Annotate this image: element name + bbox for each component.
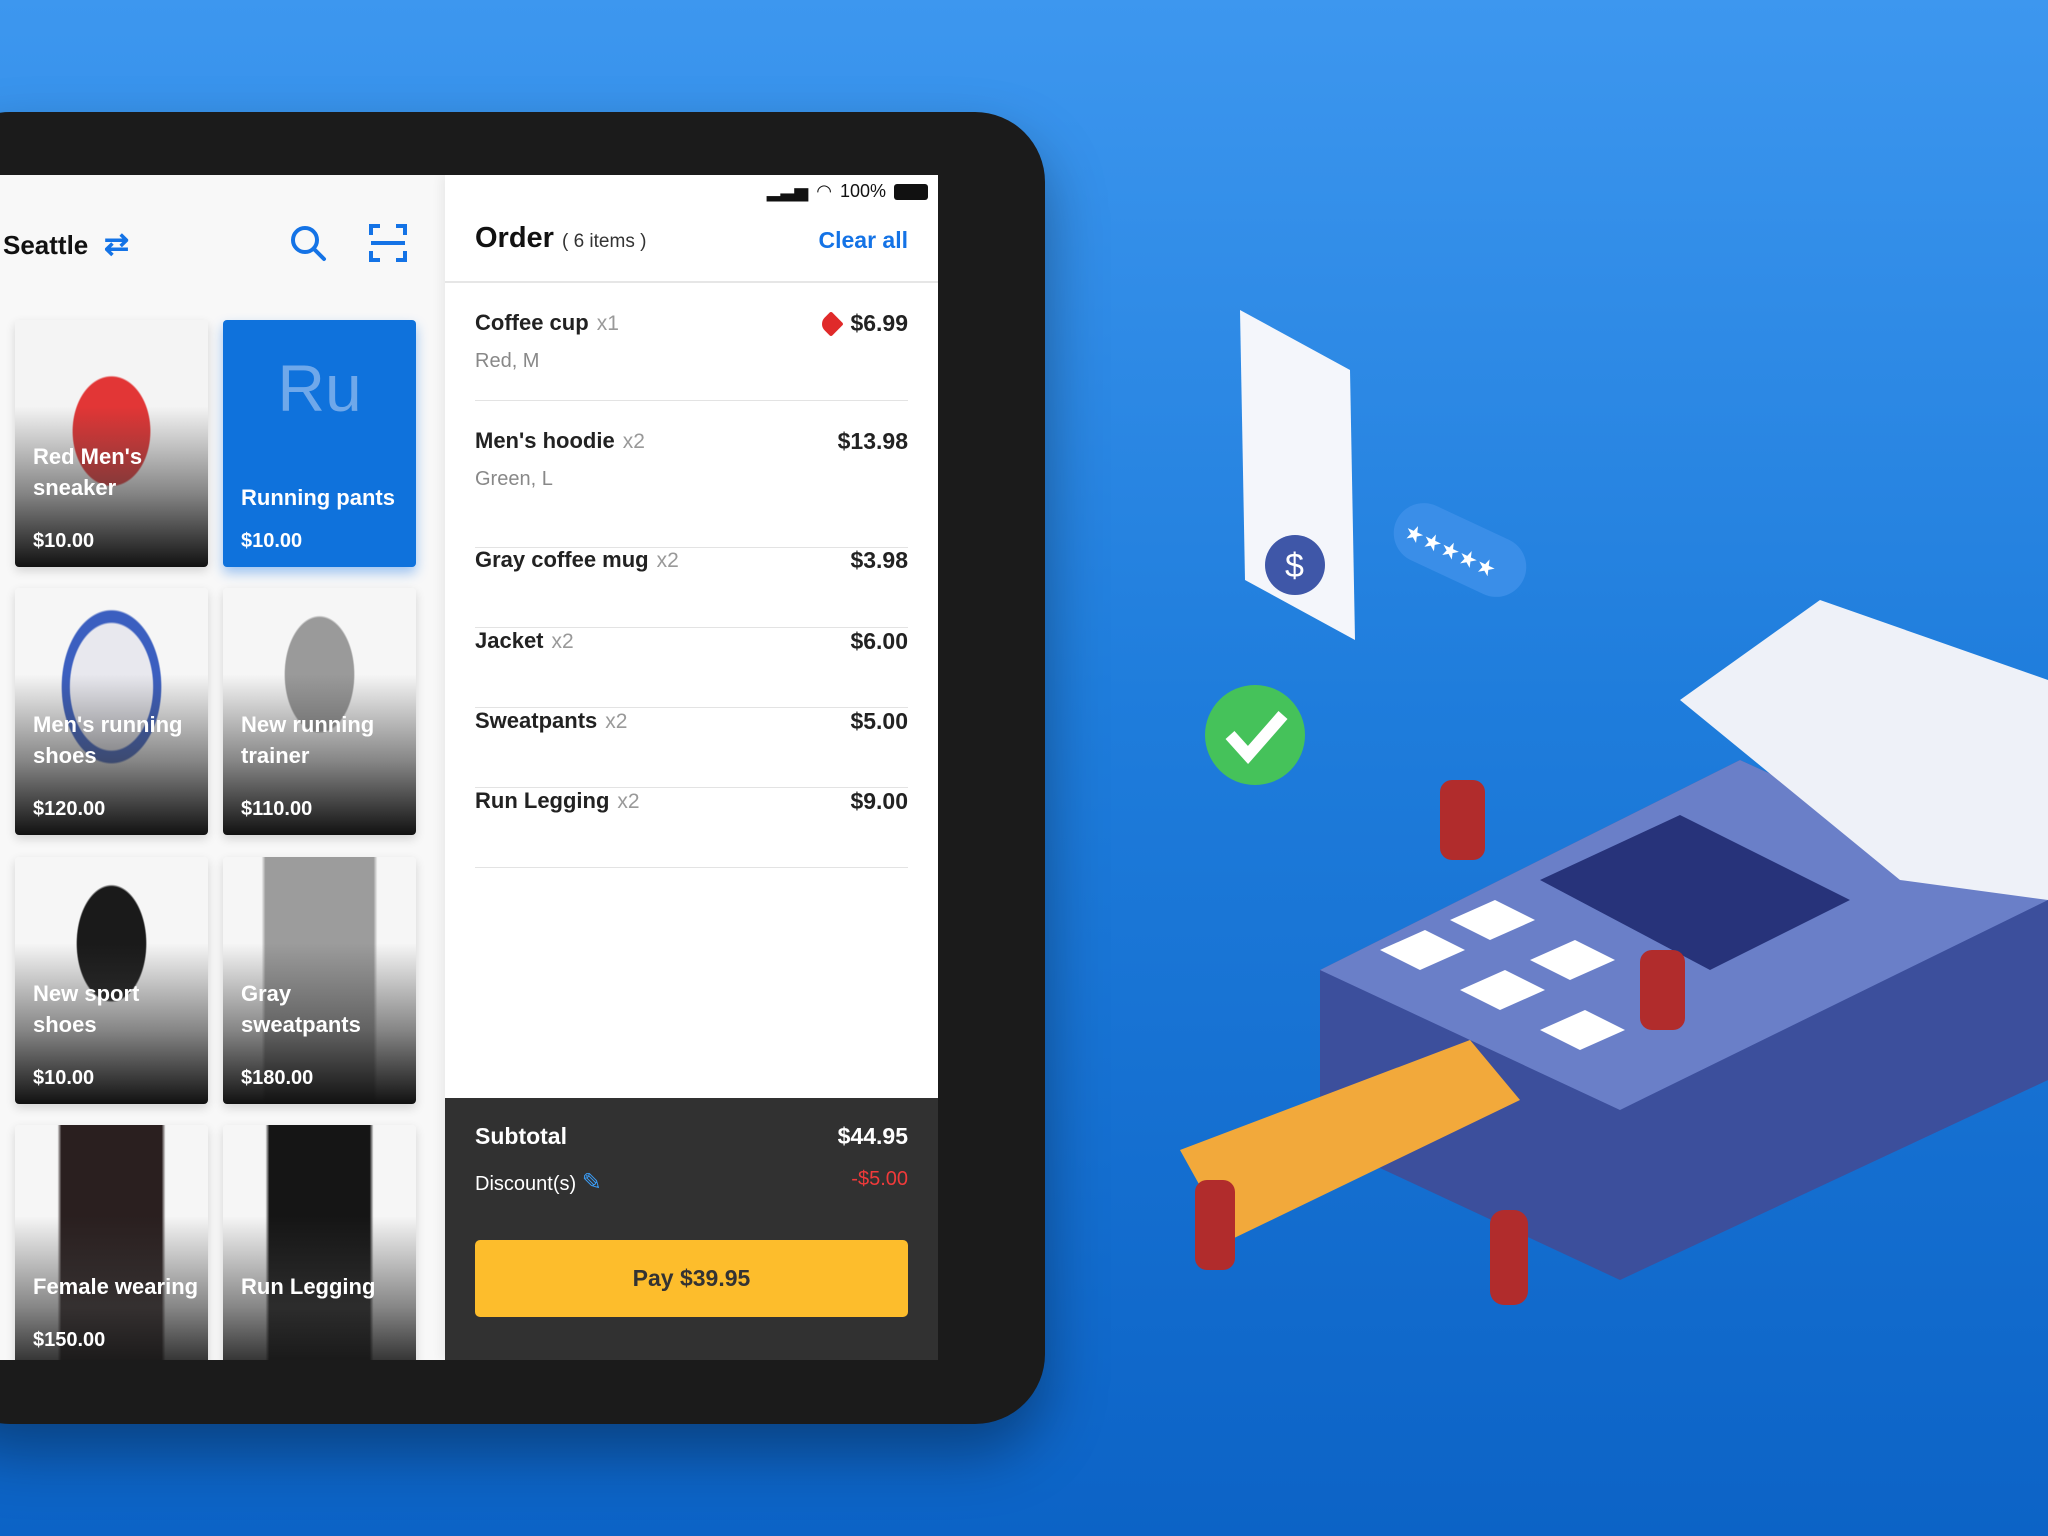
checkmark-icon (1205, 685, 1305, 785)
product-card[interactable]: Gray sweatpants $180.00 (223, 857, 416, 1104)
pay-button[interactable]: Pay $39.95 (475, 1240, 908, 1317)
product-name: Gray sweatpants (241, 981, 361, 1037)
item-variant: Red, M (475, 350, 540, 372)
divider (445, 281, 938, 283)
product-card[interactable]: Red Men's sneaker $10.00 (15, 320, 208, 567)
order-title: Order( 6 items ) (475, 222, 647, 254)
product-price: $10.00 (33, 1067, 95, 1089)
receipt-icon: $ (1240, 310, 1355, 640)
item-variant: Green, L (475, 468, 553, 490)
rating-bubble-icon: ★★★★★ (1393, 503, 1527, 597)
order-item[interactable]: Jacket x2 $6.00 (475, 628, 908, 708)
order-item[interactable]: Run Legging x2 $9.00 (475, 788, 908, 868)
order-pane: ▂▃▅ ◠ 100% Order( 6 items ) Clear all Co… (445, 175, 938, 1360)
battery-level: 100% (839, 181, 886, 201)
product-name: New running trainer (241, 712, 375, 768)
product-card[interactable]: Female wearing $150.00 (15, 1125, 208, 1360)
discount-value: -$5.00 (851, 1168, 908, 1190)
product-price: $120.00 (33, 798, 106, 820)
product-name: New sport shoes (33, 981, 140, 1037)
subtotal-label: Subtotal (475, 1123, 567, 1149)
location-label: Seattle (3, 230, 89, 260)
pencil-icon[interactable]: ✎ (582, 1169, 602, 1196)
product-price: $180.00 (241, 1067, 314, 1089)
product-price: $150.00 (33, 1329, 106, 1351)
order-item[interactable]: Gray coffee mug x2 $3.98 (475, 547, 908, 628)
cash-register-icon (1320, 600, 2048, 1280)
order-item[interactable]: Men's hoodie x2 Green, L $13.98 (475, 428, 908, 548)
swap-icon[interactable]: ⇄ (104, 227, 129, 262)
product-name: Run Legging (241, 1274, 376, 1299)
product-price: $10.00 (33, 530, 95, 552)
order-summary: Subtotal $44.95 Discount(s) ✎ -$5.00 Pay… (445, 1098, 938, 1360)
wifi-icon: ◠ (816, 181, 832, 201)
order-item[interactable]: Coffee cup x1 Red, M $6.99 (475, 310, 908, 401)
scan-icon[interactable] (368, 223, 408, 263)
subtotal-value: $44.95 (837, 1123, 908, 1149)
product-price: $10.00 (241, 530, 303, 552)
discount-tag-icon (818, 311, 845, 337)
product-card[interactable]: Men's running shoes $120.00 (15, 588, 208, 835)
signal-icon: ▂▃▅ (766, 181, 809, 201)
product-card[interactable]: Ru Running pants $10.00 (223, 320, 416, 567)
battery-icon (894, 183, 928, 200)
discount-label[interactable]: Discount(s) ✎ (475, 1168, 602, 1197)
catalog-pane: Seattle ⇄ Red Men's sneaker $10.00 Ru Ru… (0, 175, 445, 1360)
product-name: Female wearing (33, 1274, 199, 1299)
status-bar: ▂▃▅ ◠ 100% (767, 181, 928, 202)
product-card[interactable]: New running trainer $110.00 (223, 588, 416, 835)
tablet-screen: Seattle ⇄ Red Men's sneaker $10.00 Ru Ru… (0, 175, 938, 1360)
search-icon[interactable] (288, 223, 328, 263)
product-card[interactable]: New sport shoes $10.00 (15, 857, 208, 1104)
order-item[interactable]: Sweatpants x2 $5.00 (475, 708, 908, 788)
product-name: Running pants (241, 485, 395, 510)
product-name: Men's running shoes (33, 712, 183, 768)
clear-all-button[interactable]: Clear all (819, 227, 909, 254)
product-price: $110.00 (241, 798, 313, 820)
svg-text:$: $ (1285, 547, 1304, 585)
order-count: ( 6 items ) (561, 231, 647, 252)
pos-illustration: $ ★★★★★ (1180, 310, 2048, 1305)
product-initials: Ru (277, 351, 362, 425)
product-name: Red Men's sneaker (33, 444, 143, 500)
product-card[interactable]: Run Legging (223, 1125, 416, 1360)
